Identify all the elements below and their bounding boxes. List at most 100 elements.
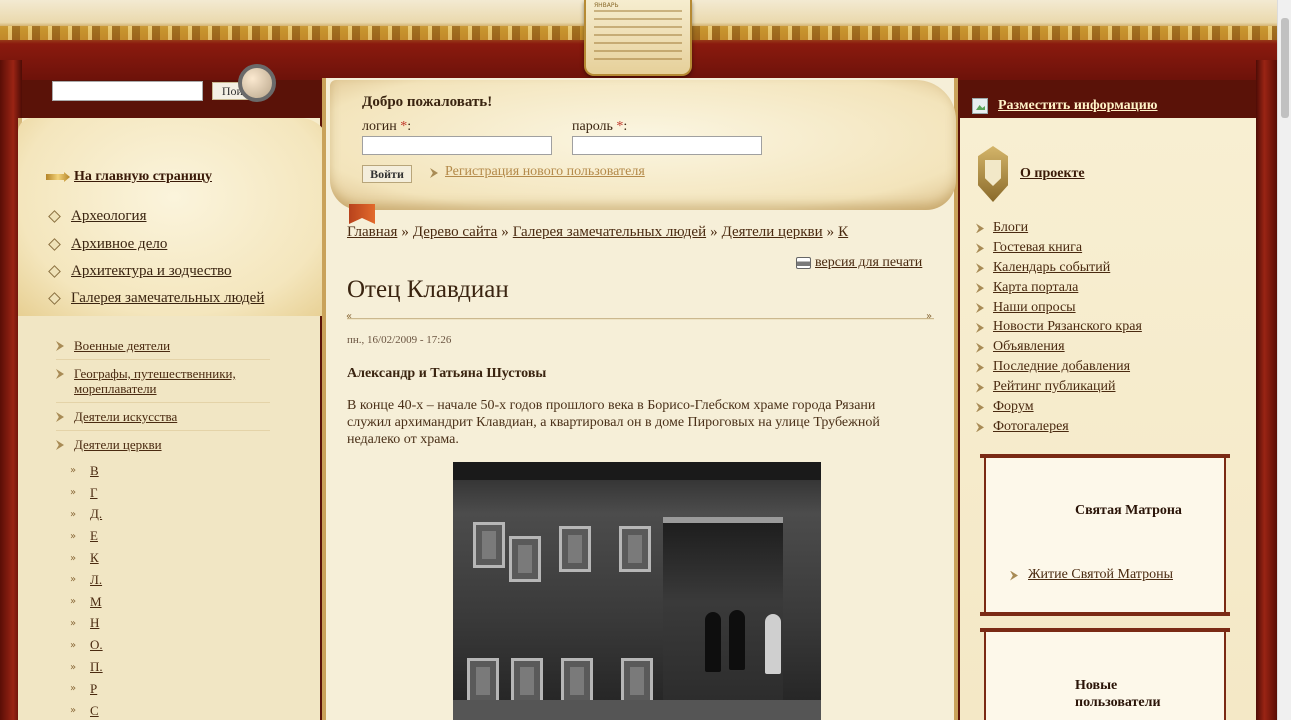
category-link[interactable]: Археология [71, 208, 146, 225]
portal-link[interactable]: Форум [993, 399, 1034, 415]
register-link[interactable]: Регистрация нового пользователя [445, 164, 645, 180]
portal-link-item: Наши опросы [976, 298, 1142, 318]
arrow-bullet-icon [976, 283, 984, 294]
subcategory-link[interactable]: Военные деятели [74, 338, 170, 353]
letter-link[interactable]: Н [90, 615, 99, 631]
home-link[interactable]: На главную страницу [74, 169, 212, 185]
portal-link-item: Гостевая книга [976, 238, 1142, 258]
breadcrumb-link[interactable]: Деятели церкви [722, 224, 823, 240]
portal-link-item: Блоги [976, 218, 1142, 238]
welcome-heading: Добро пожаловать! [362, 94, 493, 110]
matrona-link-row: Житие Святой Матроны [1010, 567, 1173, 583]
letter-item: » Г [70, 482, 103, 504]
about-project-link[interactable]: О проекте [1020, 166, 1085, 182]
letter-link[interactable]: В [90, 463, 99, 479]
matrona-life-link[interactable]: Житие Святой Матроны [1028, 567, 1173, 583]
category-link[interactable]: Архитектура и зодчество [71, 263, 232, 280]
portal-link-item: Новости Рязанского края [976, 317, 1142, 337]
portal-link[interactable]: Фотогалерея [993, 419, 1069, 435]
subcategory-link[interactable]: Деятели церкви [74, 437, 162, 452]
matrona-title: Святая Матрона [1075, 503, 1182, 518]
portal-link[interactable]: Объявления [993, 339, 1065, 355]
portal-link[interactable]: Блоги [993, 220, 1028, 236]
breadcrumb-separator: » [826, 224, 835, 240]
letter-link[interactable]: Д. [90, 506, 102, 522]
arrow-bullet-icon [56, 440, 64, 450]
letter-link[interactable]: К [90, 550, 99, 566]
portal-link[interactable]: Календарь событий [993, 260, 1110, 276]
subcategory-item: Деятели искусства [56, 403, 270, 431]
breadcrumb-link[interactable]: К [838, 224, 848, 240]
letter-item: » Л. [70, 569, 103, 591]
matrona-block [980, 454, 1230, 616]
letter-link[interactable]: П. [90, 659, 103, 675]
place-info-link[interactable]: Разместить информацию [998, 98, 1158, 114]
arrow-bullet-icon [976, 223, 984, 234]
letter-link[interactable]: С [90, 703, 99, 719]
double-arrow-icon: » [70, 705, 77, 717]
photo-roof [453, 462, 821, 480]
portal-link[interactable]: Рейтинг публикаций [993, 379, 1116, 395]
portal-link[interactable]: Новости Рязанского края [993, 319, 1142, 335]
portal-link[interactable]: Гостевая книга [993, 240, 1082, 256]
letter-link[interactable]: Г [90, 485, 98, 501]
category-link[interactable]: Архивное дело [71, 236, 167, 253]
new-users-title: Новые пользователи [1075, 678, 1161, 710]
letter-item: » К [70, 547, 103, 569]
letter-link[interactable]: Л. [90, 572, 102, 588]
arrow-bullet-icon [976, 422, 984, 433]
breadcrumb-link[interactable]: Дерево сайта [413, 224, 497, 240]
arrow-bullet-icon [976, 382, 984, 393]
calendar-widget[interactable]: ЯНВАРЬ [584, 0, 692, 76]
subcategory-link[interactable]: Деятели искусства [74, 409, 177, 424]
double-arrow-icon: » [70, 465, 77, 477]
password-label: пароль *: [572, 119, 627, 135]
photo-window [619, 526, 651, 572]
breadcrumb-link[interactable]: Галерея замечательных людей [513, 224, 706, 240]
double-arrow-icon: » [70, 683, 77, 695]
print-version-link[interactable]: версия для печати [815, 255, 922, 271]
scrollbar-thumb[interactable] [1281, 18, 1289, 118]
arrow-bullet-icon [430, 168, 438, 178]
article-photo[interactable] [453, 462, 821, 720]
subcategory-link[interactable]: Географы, путешественники, мореплаватели [74, 366, 270, 396]
article-body: В конце 40-х – начале 50-х годов прошлог… [347, 398, 880, 447]
page-scrollbar[interactable] [1277, 0, 1291, 720]
password-field[interactable] [572, 136, 762, 155]
letter-link[interactable]: О. [90, 637, 103, 653]
portal-link[interactable]: Последние добавления [993, 359, 1130, 375]
crest-icon [978, 146, 1008, 202]
letter-item: » С [70, 700, 103, 720]
photo-window [467, 658, 499, 704]
portal-link[interactable]: Наши опросы [993, 300, 1076, 316]
label-colon: : [407, 119, 412, 134]
print-version-row: версия для печати [796, 255, 922, 271]
login-button[interactable]: Войти [362, 165, 412, 183]
letter-link[interactable]: Е [90, 528, 98, 544]
image-icon [972, 98, 988, 114]
search-input[interactable] [52, 81, 203, 101]
letter-item: » Д. [70, 504, 103, 526]
letter-link[interactable]: М [90, 594, 102, 610]
breadcrumb-link[interactable]: Главная [347, 224, 397, 240]
breadcrumb-separator: » [401, 224, 409, 240]
password-label-text: пароль [572, 119, 613, 134]
portal-link[interactable]: Карта портала [993, 280, 1078, 296]
photo-figure [765, 614, 781, 674]
photo-window [511, 658, 543, 704]
double-arrow-icon: » [70, 617, 77, 629]
photo-ground [453, 700, 821, 720]
double-arrow-icon: » [70, 487, 77, 499]
arrow-bullet-icon [976, 243, 984, 254]
portal-link-item: Фотогалерея [976, 417, 1142, 437]
category-link[interactable]: Галерея замечательных людей [71, 290, 264, 307]
search-button[interactable]: Поиск [212, 82, 264, 100]
login-label: логин *: [362, 119, 411, 135]
letter-link[interactable]: Р [90, 681, 97, 697]
category-item: Архитектура и зодчество [48, 258, 264, 285]
login-field[interactable] [362, 136, 552, 155]
calendar-days [594, 10, 682, 64]
diamond-bullet-icon [48, 292, 61, 306]
about-row: О проекте [978, 146, 1085, 202]
post-date: пн., 16/02/2009 - 17:26 [347, 334, 452, 346]
